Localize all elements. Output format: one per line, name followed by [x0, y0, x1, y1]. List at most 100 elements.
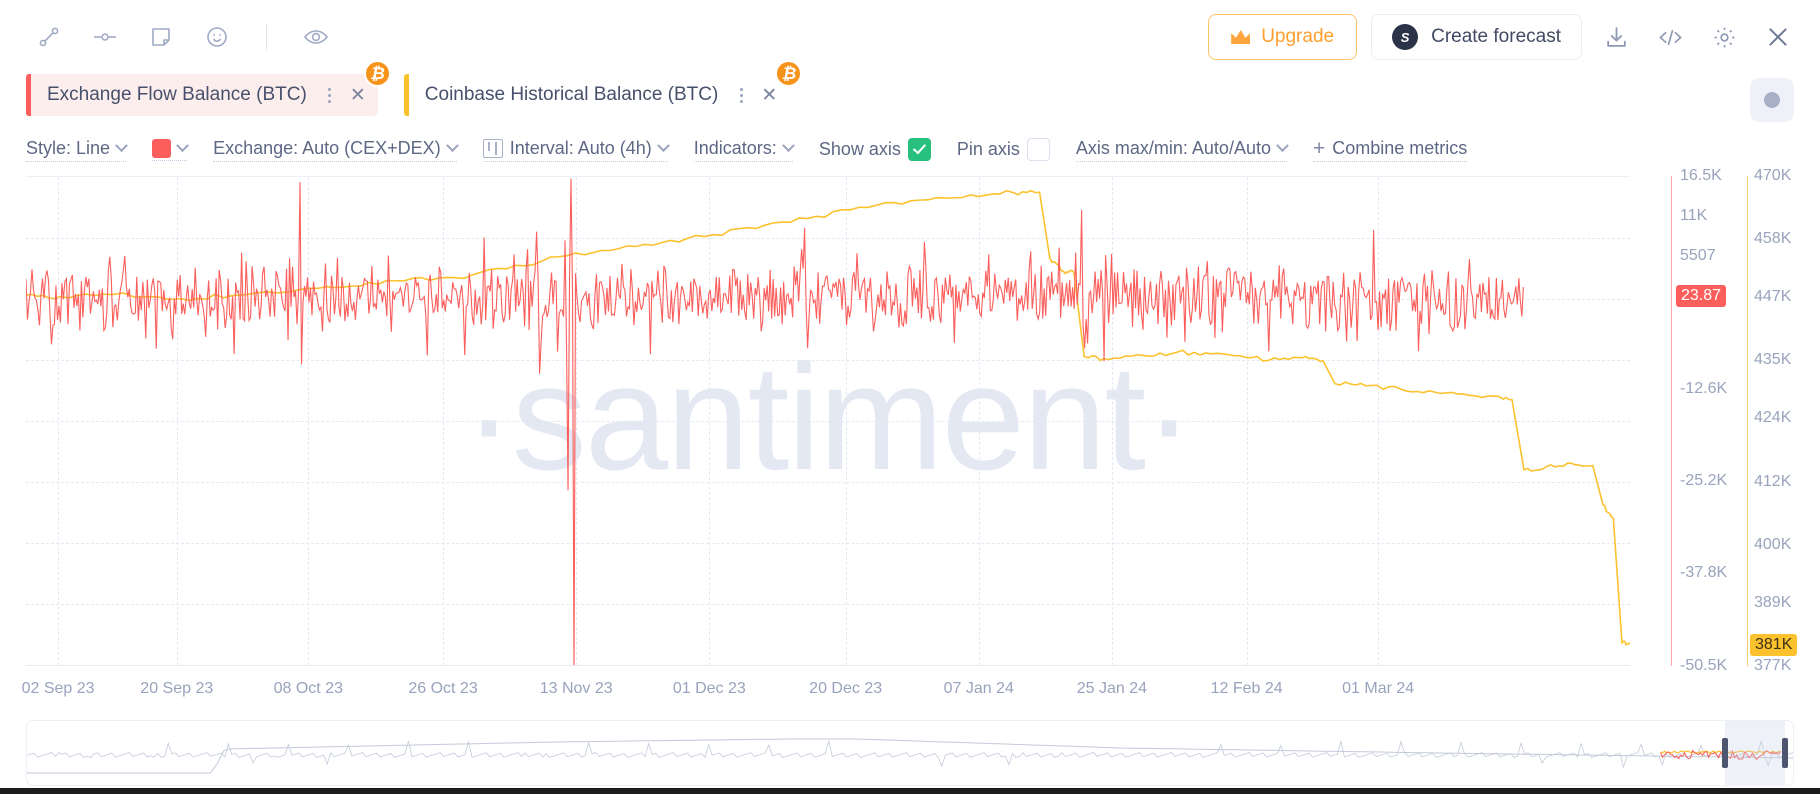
- santiment-logo-icon: S: [1392, 24, 1419, 50]
- upgrade-button[interactable]: Upgrade: [1208, 14, 1358, 60]
- interval-selector[interactable]: Interval: Auto (4h): [482, 138, 670, 162]
- axis-minmax-label: Axis max/min: Auto/Auto: [1075, 138, 1271, 158]
- axis-tick-label: 412K: [1754, 472, 1792, 490]
- range-selector[interactable]: [26, 720, 1794, 786]
- axis-tick-label: 11K: [1680, 207, 1708, 225]
- x-axis-tick-label: 13 Nov 23: [539, 680, 613, 697]
- pin-axis-label: Pin axis: [956, 138, 1020, 159]
- chevron-down-icon: [445, 139, 459, 153]
- series-svg: [26, 177, 1630, 665]
- show-axis-checkbox[interactable]: [907, 137, 931, 161]
- indicators-label: Indicators:: [693, 138, 777, 158]
- tab-menu-icon[interactable]: [731, 81, 751, 109]
- candles-icon: [482, 139, 503, 158]
- tab-menu-icon[interactable]: [320, 81, 340, 109]
- x-axis-tick-label: 08 Oct 23: [273, 680, 343, 697]
- eye-icon[interactable]: [297, 18, 335, 56]
- indicators-selector[interactable]: Indicators:: [693, 138, 795, 162]
- x-axis-tick-label: 02 Sep 23: [21, 680, 95, 697]
- horizontal-line-icon[interactable]: [86, 18, 124, 56]
- toolbar-divider: [266, 24, 267, 50]
- create-forecast-button[interactable]: S Create forecast: [1371, 14, 1582, 60]
- chevron-down-icon: [115, 139, 128, 153]
- interval-label: Interval: Auto (4h): [509, 138, 652, 158]
- chevron-down-icon: [176, 139, 189, 153]
- chevron-down-icon: [1276, 139, 1289, 153]
- top-toolbar: Upgrade S Create forecast: [0, 0, 1820, 74]
- x-axis-tick-label: 26 Oct 23: [408, 680, 478, 697]
- color-selector[interactable]: [152, 139, 189, 161]
- embed-code-icon[interactable]: [1650, 17, 1690, 57]
- pin-axis-toggle[interactable]: Pin axis: [956, 137, 1050, 163]
- chart-container: ·santiment· 16.5K 11K 5507 23.87 -12.6K -25.2…: [0, 167, 1820, 720]
- axis-tick-label: 424K: [1754, 409, 1792, 427]
- bitcoin-badge-icon: ₿: [775, 60, 803, 87]
- metric-tab-label[interactable]: Coinbase Historical Balance (BTC): [409, 84, 732, 106]
- axis-tick-label: 435K: [1754, 351, 1792, 369]
- exchange-label: Exchange: Auto (CEX+DEX): [213, 138, 441, 158]
- create-forecast-label: Create forecast: [1431, 26, 1561, 47]
- axis-tick-label: 400K: [1754, 535, 1792, 553]
- combine-metrics-button[interactable]: + Combine metrics: [1312, 137, 1468, 162]
- x-axis-tick-label: 12 Feb 24: [1210, 680, 1283, 697]
- x-axis-tick-label: 20 Dec 23: [809, 680, 883, 697]
- tab-close-icon[interactable]: ✕: [755, 81, 783, 109]
- axis-line-red: [1671, 176, 1672, 666]
- axis-tick-label: 23.87: [1676, 285, 1727, 308]
- x-axis-tick-label: 07 Jan 24: [943, 680, 1014, 697]
- style-selector[interactable]: Style: Line: [26, 138, 128, 162]
- range-selection-window[interactable]: [1722, 721, 1788, 785]
- close-icon[interactable]: [1758, 17, 1798, 57]
- bitcoin-badge-icon: ₿: [363, 60, 391, 87]
- axis-tick-label: 447K: [1754, 288, 1792, 306]
- chevron-down-icon: [781, 139, 795, 153]
- metric-tab-coinbase-historical-balance[interactable]: Coinbase Historical Balance (BTC) ✕ ₿: [403, 60, 803, 116]
- combine-metrics-label: Combine metrics: [1332, 138, 1468, 158]
- drawing-tools-group: [30, 18, 335, 56]
- crown-icon: [1231, 30, 1251, 44]
- plus-icon: +: [1312, 137, 1326, 160]
- santiment-chart-widget: Upgrade S Create forecast Exchange Flow …: [0, 0, 1820, 794]
- x-axis-tick-label: 01 Mar 24: [1342, 680, 1415, 697]
- line-segment-icon[interactable]: [30, 18, 68, 56]
- emoji-icon[interactable]: [198, 18, 236, 56]
- chevron-down-icon: [656, 139, 670, 153]
- axis-tick-label: 458K: [1754, 230, 1792, 248]
- note-icon[interactable]: [142, 18, 180, 56]
- y-axis-coinbase-historical-balance: 470K 458K 447K 435K 424K 412K 400K 389K 381K 377K: [1748, 167, 1806, 674]
- show-axis-label: Show axis: [818, 138, 901, 159]
- metric-settings-bar: Style: Line Exchange: Auto (CEX+DEX) Int…: [0, 130, 1820, 170]
- exchange-selector[interactable]: Exchange: Auto (CEX+DEX): [213, 138, 459, 162]
- y-axis-exchange-flow-balance: 16.5K 11K 5507 23.87 -12.6K -25.2K -37.8K -50.5…: [1674, 167, 1730, 674]
- series-exchange-flow-balance: [26, 178, 1523, 665]
- color-swatch: [152, 139, 172, 158]
- x-axis-tick-label: 20 Sep 23: [140, 680, 214, 697]
- axis-tick-label: -12.6K: [1680, 379, 1728, 397]
- range-handle-left[interactable]: [1722, 737, 1728, 769]
- page-bottom-edge: [0, 788, 1820, 794]
- toolbar-actions: Upgrade S Create forecast: [1208, 14, 1798, 60]
- range-handle-right[interactable]: [1782, 737, 1788, 769]
- pin-axis-checkbox[interactable]: [1026, 137, 1050, 161]
- metric-tab-label[interactable]: Exchange Flow Balance (BTC): [31, 84, 320, 106]
- axis-minmax-selector[interactable]: Axis max/min: Auto/Auto: [1075, 138, 1289, 162]
- axis-tick-label: 389K: [1754, 593, 1792, 611]
- axis-tick-label: -37.8K: [1680, 564, 1728, 582]
- gear-icon[interactable]: [1704, 17, 1744, 57]
- axis-tick-label: 377K: [1754, 657, 1792, 674]
- x-axis-tick-label: 25 Jan 24: [1076, 680, 1148, 697]
- x-axis-tick-label: 01 Dec 23: [672, 680, 746, 697]
- metric-tab-exchange-flow-balance[interactable]: Exchange Flow Balance (BTC) ✕ ₿: [26, 60, 391, 116]
- axis-tick-label: 16.5K: [1680, 167, 1722, 184]
- style-label: Style: Line: [26, 138, 111, 158]
- download-icon[interactable]: [1596, 17, 1636, 57]
- axis-tick-label: -25.2K: [1680, 471, 1728, 489]
- plot-area[interactable]: ·santiment·: [26, 176, 1630, 666]
- axis-tick-label: -50.5K: [1680, 657, 1728, 674]
- record-button[interactable]: [1750, 78, 1794, 122]
- axis-tick-label: 381K: [1750, 633, 1798, 656]
- axis-tick-label: 5507: [1680, 247, 1716, 265]
- range-preview-svg: [27, 721, 1793, 785]
- tab-close-icon[interactable]: ✕: [344, 81, 372, 109]
- show-axis-toggle[interactable]: Show axis: [818, 137, 931, 163]
